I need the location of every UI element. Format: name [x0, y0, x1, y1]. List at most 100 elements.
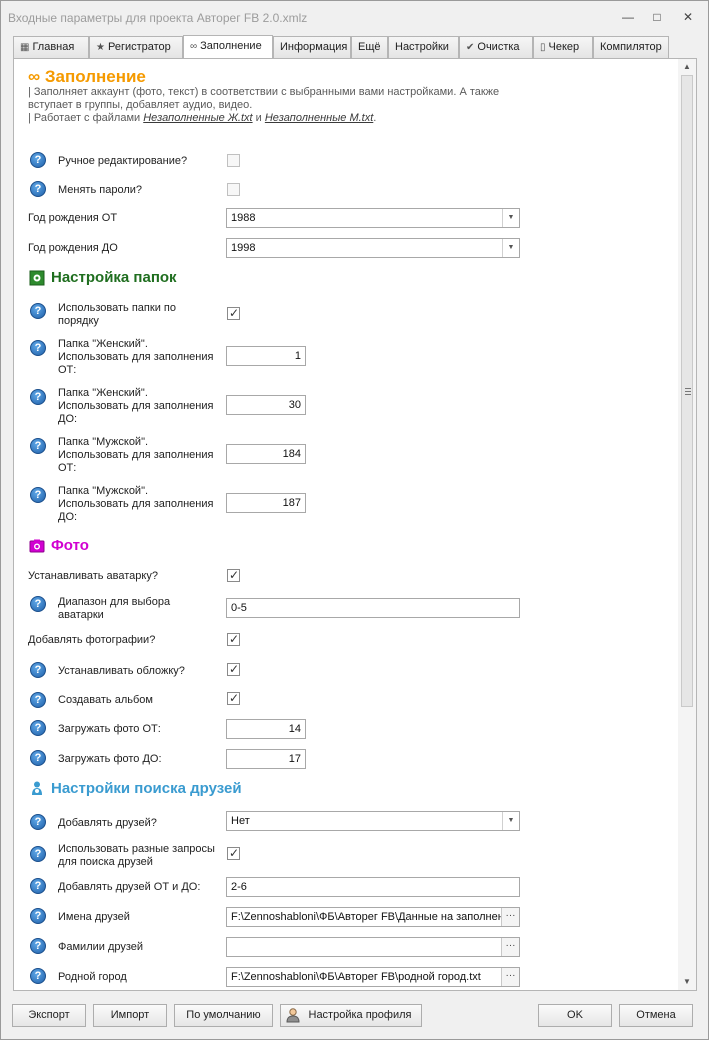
- default-button[interactable]: По умолчанию: [174, 1004, 273, 1027]
- help-icon[interactable]: ?: [30, 662, 46, 678]
- tab-filling[interactable]: ∞ Заполнение: [183, 35, 273, 58]
- load-photo-to-input[interactable]: 17: [226, 749, 306, 769]
- file-link-male[interactable]: Незаполненные М.txt: [265, 112, 373, 124]
- tab-cleanup[interactable]: ✔ Очистка: [459, 36, 533, 58]
- browse-button[interactable]: ···: [501, 968, 519, 986]
- section-title-friends: Настройки поиска друзей: [51, 780, 242, 797]
- profile-settings-button[interactable]: Настройка профиля: [280, 1004, 422, 1027]
- male-folder-from-label: Папка "Мужской". Использовать для заполне…: [58, 436, 214, 474]
- help-icon[interactable]: ?: [30, 389, 46, 405]
- female-folder-from-input[interactable]: 1: [226, 346, 306, 366]
- birth-year-from-label: Год рождения ОТ: [28, 212, 118, 224]
- male-folder-to-input[interactable]: 187: [226, 493, 306, 513]
- add-friends-select[interactable]: Нет ▼: [226, 811, 520, 831]
- help-icon[interactable]: ?: [30, 152, 46, 168]
- help-icon[interactable]: ?: [30, 181, 46, 197]
- chevron-down-icon[interactable]: ▼: [502, 239, 519, 257]
- birth-year-from-select[interactable]: 1988 ▼: [226, 208, 520, 228]
- help-icon[interactable]: ?: [30, 750, 46, 766]
- scroll-down-icon[interactable]: ▼: [678, 974, 696, 990]
- cancel-button[interactable]: Отмена: [619, 1004, 693, 1027]
- infinity-icon: ∞: [28, 67, 41, 86]
- help-icon[interactable]: ?: [30, 303, 46, 319]
- help-icon[interactable]: ?: [30, 340, 46, 356]
- section-title-filling: ∞ Заполнение: [28, 67, 146, 86]
- folder-settings-icon: [29, 270, 45, 286]
- create-album-checkbox[interactable]: [227, 691, 240, 705]
- load-photo-from-input[interactable]: 14: [226, 719, 306, 739]
- add-photos-label: Добавлять фотографии?: [28, 634, 156, 646]
- section-title-photo: Фото: [51, 537, 89, 554]
- browse-button[interactable]: ···: [501, 908, 519, 926]
- dialog-window: Входные параметры для проекта Авторег FB…: [0, 0, 709, 1040]
- create-album-label: Создавать альбом: [58, 694, 153, 706]
- load-photo-to-label: Загружать фото ДО:: [58, 753, 162, 765]
- hometown-input[interactable]: F:\Zennoshabloni\ФБ\Авторег FB\родной го…: [226, 967, 520, 987]
- help-icon[interactable]: ?: [30, 487, 46, 503]
- change-password-checkbox[interactable]: [227, 183, 240, 196]
- set-cover-label: Устанавливать обложку?: [58, 665, 185, 677]
- help-icon[interactable]: ?: [30, 908, 46, 924]
- close-icon[interactable]: ✕: [678, 9, 698, 25]
- female-folder-to-label: Папка "Женский". Использовать для заполне…: [58, 387, 214, 425]
- use-folders-in-order-checkbox[interactable]: [227, 306, 240, 320]
- tab-registrator[interactable]: ★ Регистратор: [89, 36, 183, 58]
- tab-checker[interactable]: ▯ Чекер: [533, 36, 593, 58]
- avatar-range-label: Диапазон для выбора аватарки: [58, 596, 171, 621]
- add-photos-checkbox[interactable]: [227, 632, 240, 646]
- different-queries-checkbox[interactable]: [227, 846, 240, 860]
- ok-button[interactable]: OK: [538, 1004, 612, 1027]
- friend-surnames-input[interactable]: ···: [226, 937, 520, 957]
- help-icon[interactable]: ?: [30, 968, 46, 984]
- export-button[interactable]: Экспорт: [12, 1004, 86, 1027]
- tab-compiler[interactable]: Компилятор: [593, 36, 669, 58]
- tab-main[interactable]: ▦ Главная: [13, 36, 89, 58]
- chevron-down-icon[interactable]: ▼: [502, 812, 519, 830]
- tab-panel: ∞ Заполнение | Заполняет аккаунт (фото, …: [13, 58, 697, 991]
- birth-year-to-select[interactable]: 1998 ▼: [226, 238, 520, 258]
- tab-info[interactable]: Информация: [273, 36, 351, 58]
- minimize-icon[interactable]: —: [618, 9, 638, 25]
- file-link-female[interactable]: Незаполненные Ж.txt: [143, 112, 252, 124]
- checkmark-icon: ✔: [466, 42, 475, 53]
- import-button[interactable]: Импорт: [93, 1004, 167, 1027]
- tab-settings[interactable]: Настройки: [388, 36, 459, 58]
- female-folder-to-input[interactable]: 30: [226, 395, 306, 415]
- friend-names-input[interactable]: F:\Zennoshabloni\ФБ\Авторег FB\Данные на…: [226, 907, 520, 927]
- male-folder-from-input[interactable]: 184: [226, 444, 306, 464]
- help-icon[interactable]: ?: [30, 720, 46, 736]
- use-folders-in-order-label: Использовать папки по порядку: [58, 302, 176, 327]
- help-icon[interactable]: ?: [30, 692, 46, 708]
- set-cover-checkbox[interactable]: [227, 662, 240, 676]
- grip-icon: [685, 388, 691, 395]
- scroll-up-icon[interactable]: ▲: [678, 59, 696, 75]
- manual-edit-checkbox[interactable]: [227, 154, 240, 167]
- set-avatar-label: Устанавливать аватарку?: [28, 570, 158, 582]
- help-icon[interactable]: ?: [30, 938, 46, 954]
- friends-range-input[interactable]: 2-6: [226, 877, 520, 897]
- star-icon: ★: [96, 42, 105, 53]
- help-icon[interactable]: ?: [30, 596, 46, 612]
- female-folder-from-label: Папка "Женский". Использовать для заполне…: [58, 338, 214, 376]
- scrollbar-thumb[interactable]: [681, 75, 693, 707]
- tab-more[interactable]: Ещё: [351, 36, 388, 58]
- avatar-range-input[interactable]: 0-5: [226, 598, 520, 618]
- help-icon[interactable]: ?: [30, 814, 46, 830]
- user-icon: [286, 1008, 300, 1023]
- set-avatar-checkbox[interactable]: [227, 568, 240, 582]
- grid-icon: ▦: [20, 42, 30, 53]
- birth-year-to-label: Год рождения ДО: [28, 242, 118, 254]
- browse-button[interactable]: ···: [501, 938, 519, 956]
- window-title: Входные параметры для проекта Авторег FB…: [8, 11, 308, 25]
- chevron-down-icon[interactable]: ▼: [502, 209, 519, 227]
- friends-icon: [32, 781, 42, 795]
- help-icon[interactable]: ?: [30, 438, 46, 454]
- change-password-label: Менять пароли?: [58, 184, 143, 196]
- hometown-label: Родной город: [58, 971, 127, 983]
- section-description: | Заполняет аккаунт (фото, текст) в соот…: [28, 86, 500, 124]
- maximize-icon[interactable]: □: [647, 9, 667, 25]
- help-icon[interactable]: ?: [30, 846, 46, 862]
- help-icon[interactable]: ?: [30, 878, 46, 894]
- vertical-scrollbar[interactable]: ▲ ▼: [678, 59, 696, 990]
- infinity-icon: ∞: [190, 41, 198, 52]
